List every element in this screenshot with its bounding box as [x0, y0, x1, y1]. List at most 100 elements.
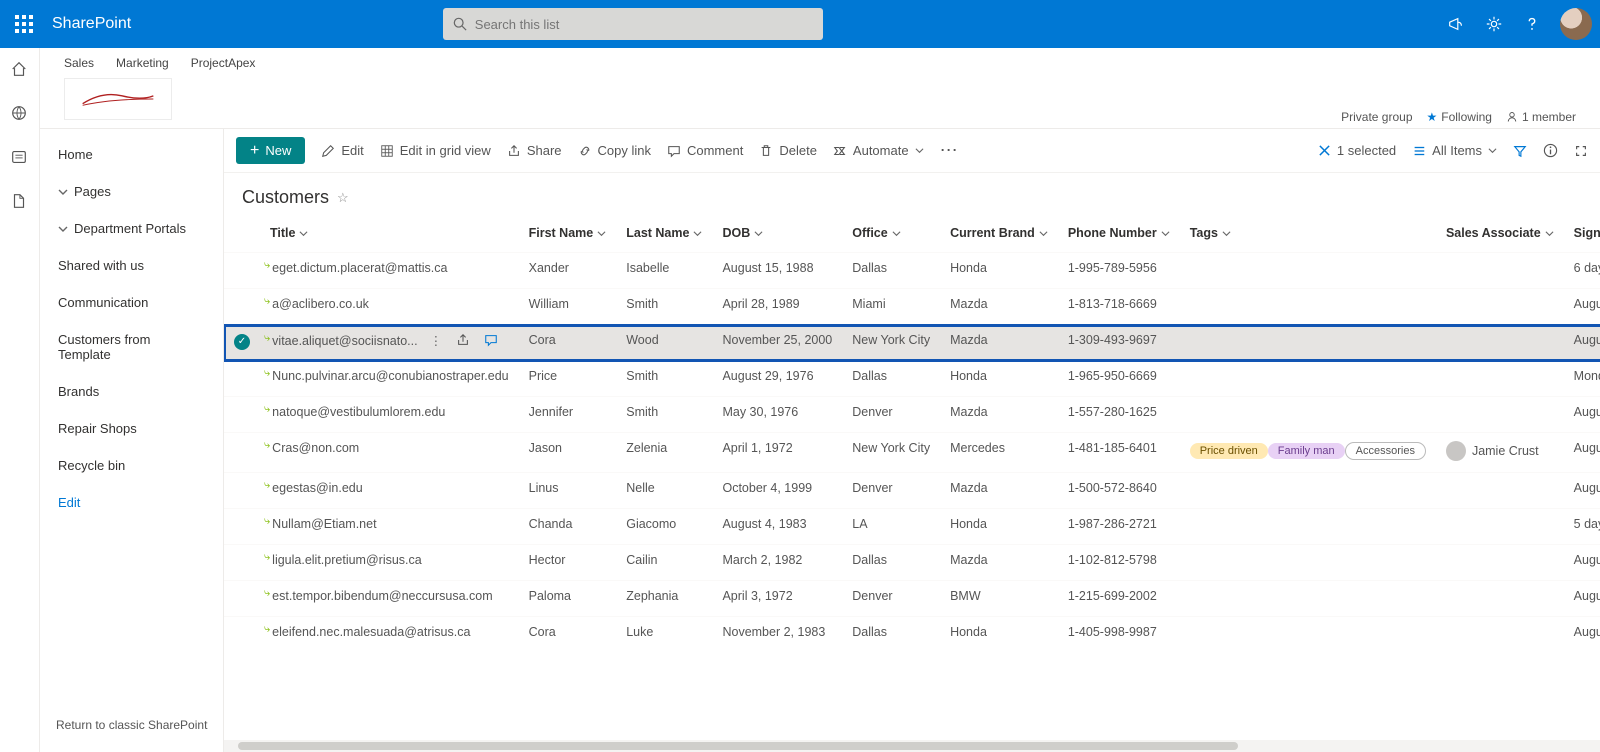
row-title[interactable]: natoque@vestibulumlorem.edu: [272, 405, 445, 419]
sidebar-item-customers[interactable]: Customers from Template: [50, 328, 213, 366]
row-share-icon[interactable]: [456, 333, 470, 350]
sidebar-item-pages[interactable]: Pages: [50, 180, 213, 203]
sidebar-edit-link[interactable]: Edit: [50, 491, 213, 514]
app-launcher-icon[interactable]: [8, 8, 40, 40]
col-header[interactable]: First Name: [529, 226, 594, 240]
scrollbar-thumb[interactable]: [238, 742, 1238, 750]
table-row[interactable]: ⤷Cras@non.comJasonZeleniaApril 1, 1972Ne…: [224, 433, 1600, 473]
col-header[interactable]: Office: [852, 226, 887, 240]
col-header[interactable]: Last Name: [626, 226, 689, 240]
sidebar-item-recycle[interactable]: Recycle bin: [50, 454, 213, 477]
sidebar-item-shared[interactable]: Shared with us: [50, 254, 213, 277]
view-switcher[interactable]: All Items: [1412, 143, 1497, 158]
cmd-label: Delete: [779, 143, 817, 158]
site-nav-item[interactable]: ProjectApex: [191, 56, 256, 70]
col-header[interactable]: DOB: [722, 226, 750, 240]
news-icon[interactable]: [10, 148, 30, 168]
chevron-down-icon: [58, 224, 68, 234]
sidebar-item-home[interactable]: Home: [50, 143, 213, 166]
col-header[interactable]: Phone Number: [1068, 226, 1157, 240]
home-icon[interactable]: [10, 60, 30, 80]
sidebar-item-brands[interactable]: Brands: [50, 380, 213, 403]
expand-button[interactable]: [1574, 144, 1588, 158]
megaphone-icon[interactable]: [1446, 14, 1466, 34]
checkmark-icon[interactable]: ✓: [234, 334, 250, 350]
row-title[interactable]: a@aclibero.co.uk: [272, 297, 369, 311]
row-title[interactable]: ligula.elit.pretium@risus.ca: [272, 553, 422, 567]
table-row[interactable]: ⤷Nullam@Etiam.netChandaGiacomoAugust 4, …: [224, 509, 1600, 545]
new-indicator-icon: ⤷: [264, 259, 270, 271]
new-indicator-icon: ⤷: [264, 332, 270, 344]
filter-icon: [1513, 144, 1527, 158]
row-title[interactable]: eget.dictum.placerat@mattis.ca: [272, 261, 447, 275]
filter-button[interactable]: [1513, 144, 1527, 158]
row-title[interactable]: Cras@non.com: [272, 441, 359, 455]
list-table-wrap[interactable]: Title First Name Last Name DOB Office Cu…: [224, 214, 1600, 740]
comment-button[interactable]: Comment: [667, 143, 743, 158]
files-icon[interactable]: [10, 192, 30, 212]
globe-icon[interactable]: [10, 104, 30, 124]
share-button[interactable]: Share: [507, 143, 562, 158]
col-select[interactable]: [224, 214, 260, 253]
sidebar-item-repair[interactable]: Repair Shops: [50, 417, 213, 440]
col-header[interactable]: Sign I: [1574, 226, 1600, 240]
table-row[interactable]: ⤷est.tempor.bibendum@neccursusa.comPalom…: [224, 581, 1600, 617]
delete-button[interactable]: Delete: [759, 143, 817, 158]
table-row[interactable]: ⤷egestas@in.eduLinusNelleOctober 4, 1999…: [224, 473, 1600, 509]
col-header[interactable]: Sales Associate: [1446, 226, 1541, 240]
cmd-label: Share: [527, 143, 562, 158]
search-box[interactable]: [443, 8, 823, 40]
info-button[interactable]: [1543, 143, 1558, 158]
automate-button[interactable]: Automate: [833, 143, 924, 158]
more-button[interactable]: ⋯: [940, 140, 958, 161]
user-avatar[interactable]: [1560, 8, 1592, 40]
table-row[interactable]: ⤷eleifend.nec.malesuada@atrisus.caCoraLu…: [224, 617, 1600, 653]
row-title[interactable]: vitae.aliquet@sociisnato...: [272, 334, 417, 348]
copylink-button[interactable]: Copy link: [578, 143, 651, 158]
cell-last: Smith: [616, 289, 712, 325]
horizontal-scrollbar[interactable]: [224, 740, 1600, 752]
favorite-star-icon[interactable]: ☆: [337, 190, 349, 206]
row-title[interactable]: Nunc.pulvinar.arcu@conubianostraper.edu: [272, 369, 508, 383]
chevron-down-icon: [693, 229, 702, 238]
site-nav-item[interactable]: Sales: [64, 56, 94, 70]
clear-selection-button[interactable]: 1 selected: [1318, 143, 1396, 158]
cell-brand: Mazda: [940, 473, 1058, 509]
sidebar-footer-link[interactable]: Return to classic SharePoint: [56, 718, 207, 732]
sidebar-item-communication[interactable]: Communication: [50, 291, 213, 314]
edit-button[interactable]: Edit: [321, 143, 363, 158]
sidebar-item-dept-portals[interactable]: Department Portals: [50, 217, 213, 240]
table-row[interactable]: ⤷Nunc.pulvinar.arcu@conubianostraper.edu…: [224, 361, 1600, 397]
following-toggle[interactable]: ★ Following: [1427, 110, 1492, 124]
row-more-icon[interactable]: ⋮: [430, 333, 443, 350]
cell-associate: [1436, 289, 1564, 325]
table-row[interactable]: ⤷ligula.elit.pretium@risus.caHectorCaili…: [224, 545, 1600, 581]
new-indicator-icon: ⤷: [264, 479, 270, 491]
row-title[interactable]: eleifend.nec.malesuada@atrisus.ca: [272, 625, 470, 639]
table-row[interactable]: ⤷eget.dictum.placerat@mattis.caXanderIsa…: [224, 253, 1600, 289]
grid-button[interactable]: Edit in grid view: [380, 143, 491, 158]
table-row[interactable]: ✓⤷vitae.aliquet@sociisnato...⋮CoraWoodNo…: [224, 325, 1600, 361]
tag-pill: Accessories: [1345, 442, 1426, 460]
cell-sign: 6 days: [1564, 253, 1600, 289]
col-header[interactable]: Title: [270, 226, 295, 240]
cell-first: Cora: [519, 617, 617, 653]
cell-dob: April 28, 1989: [712, 289, 842, 325]
site-logo[interactable]: [64, 78, 172, 120]
members-link[interactable]: 1 member: [1506, 110, 1576, 124]
row-comment-icon[interactable]: [484, 333, 498, 350]
settings-icon[interactable]: [1484, 14, 1504, 34]
col-header[interactable]: Tags: [1190, 226, 1218, 240]
new-button[interactable]: + New: [236, 137, 305, 164]
help-icon[interactable]: [1522, 14, 1542, 34]
search-input[interactable]: [475, 17, 813, 32]
row-title[interactable]: Nullam@Etiam.net: [272, 517, 376, 531]
row-title[interactable]: egestas@in.edu: [272, 481, 363, 495]
row-title[interactable]: est.tempor.bibendum@neccursusa.com: [272, 589, 492, 603]
search-icon: [453, 17, 467, 31]
table-row[interactable]: ⤷a@aclibero.co.ukWilliamSmithApril 28, 1…: [224, 289, 1600, 325]
site-nav-item[interactable]: Marketing: [116, 56, 169, 70]
col-header[interactable]: Current Brand: [950, 226, 1035, 240]
table-row[interactable]: ⤷natoque@vestibulumlorem.eduJenniferSmit…: [224, 397, 1600, 433]
cell-associate: [1436, 361, 1564, 397]
